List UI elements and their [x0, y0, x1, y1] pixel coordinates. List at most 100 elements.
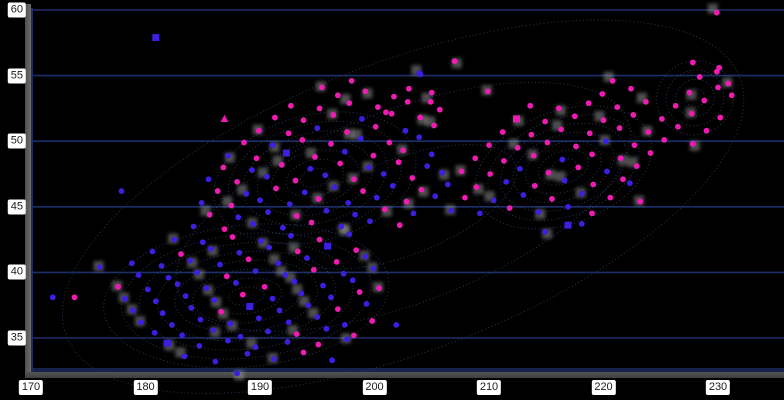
data-point-series-blue-violet — [119, 188, 125, 194]
x-tick-label: 200 — [362, 380, 386, 395]
data-point-series-blue-violet — [227, 321, 233, 327]
data-point-series-blue-violet — [249, 167, 255, 173]
data-point-series-magenta — [558, 126, 564, 132]
data-point-series-blue-violet — [257, 197, 263, 203]
data-point-series-magenta — [532, 183, 538, 189]
data-point-series-blue-violet — [364, 301, 370, 307]
data-point-series-blue-violet — [270, 142, 276, 148]
data-point-series-blue-violet — [370, 266, 376, 272]
data-point-series-magenta — [437, 107, 443, 113]
data-point-series-blue-violet — [304, 255, 310, 261]
contour-lines-layer — [15, 0, 784, 400]
data-point-series-magenta — [273, 186, 279, 192]
data-point-series-magenta — [725, 81, 731, 87]
data-point-series-magenta — [272, 115, 278, 121]
data-point-series-blue-violet — [579, 191, 585, 197]
data-point-series-magenta — [317, 106, 323, 112]
data-point-series-magenta — [716, 65, 722, 71]
data-point-series-magenta — [628, 86, 634, 92]
data-point-series-magenta — [315, 342, 321, 348]
data-point-series-magenta — [714, 10, 720, 16]
data-point-series-magenta — [572, 113, 578, 119]
y-tick-label: 60 — [8, 3, 26, 18]
data-point-series-blue-violet — [359, 116, 365, 122]
data-point-series-blue-violet — [136, 272, 142, 278]
data-point-series-blue-violet — [338, 224, 344, 230]
data-point-series-blue-violet — [291, 279, 297, 285]
data-point-series-blue-violet — [390, 183, 396, 189]
data-point-series-magenta — [221, 115, 229, 122]
data-point-series-blue-violet — [164, 340, 171, 347]
data-point-series-magenta — [485, 88, 491, 94]
data-point-series-blue-violet — [288, 233, 294, 239]
data-point-series-magenta — [353, 247, 359, 253]
data-point-series-blue-violet — [342, 322, 348, 328]
data-point-series-magenta — [575, 165, 581, 171]
data-point-series-magenta — [486, 142, 492, 148]
data-point-series-magenta — [376, 285, 382, 291]
data-point-series-blue-violet — [322, 172, 328, 178]
data-point-series-magenta — [228, 203, 234, 209]
data-point-series-blue-violet — [604, 168, 610, 174]
data-point-series-magenta — [234, 179, 240, 185]
data-point-series-magenta — [397, 222, 403, 228]
data-point-series-blue-violet — [520, 192, 526, 198]
data-point-series-blue-violet — [341, 271, 347, 277]
data-point-series-magenta — [330, 112, 336, 118]
data-point-series-blue-violet — [212, 359, 218, 365]
data-point-series-blue-violet — [439, 170, 445, 176]
data-point-series-blue-violet — [307, 166, 313, 172]
data-point-series-blue-violet — [253, 344, 259, 350]
data-point-series-blue-violet — [264, 174, 270, 180]
data-point-series-magenta — [293, 178, 299, 184]
data-point-series-blue-violet — [559, 157, 565, 163]
y-tick-label: 40 — [8, 265, 26, 280]
data-point-series-magenta — [661, 137, 667, 143]
data-point-series-blue-violet — [280, 225, 286, 231]
data-point-series-blue-violet — [203, 285, 209, 291]
data-point-series-magenta — [614, 104, 620, 110]
data-point-series-magenta — [643, 99, 649, 105]
data-point-series-blue-violet — [429, 151, 435, 157]
data-point-series-magenta — [429, 90, 435, 96]
data-point-series-magenta — [178, 251, 184, 257]
data-point-series-blue-violet — [285, 339, 291, 345]
data-point-series-blue-violet — [225, 153, 231, 159]
data-point-series-blue-violet — [199, 200, 205, 206]
x-tick-label: 170 — [19, 380, 43, 395]
data-point-series-magenta — [301, 350, 307, 356]
data-point-series-blue-violet — [253, 268, 259, 274]
data-point-series-magenta — [632, 142, 638, 148]
data-point-series-magenta — [601, 117, 607, 123]
data-point-series-blue-violet — [171, 237, 177, 243]
data-point-series-blue-violet — [183, 293, 189, 299]
data-point-series-magenta — [515, 145, 521, 151]
data-point-series-magenta — [72, 294, 78, 300]
data-point-series-magenta — [462, 195, 468, 201]
data-point-series-magenta — [246, 256, 252, 262]
data-point-series-magenta — [419, 187, 425, 193]
data-point-series-blue-violet — [270, 296, 276, 302]
data-point-series-blue-violet — [50, 294, 56, 300]
data-point-series-magenta — [474, 184, 480, 190]
data-point-series-blue-violet — [445, 182, 451, 188]
data-point-series-blue-violet — [188, 305, 194, 311]
data-point-series-magenta — [620, 176, 626, 182]
data-point-series-blue-violet — [122, 296, 128, 302]
data-point-series-magenta — [589, 210, 595, 216]
data-point-series-magenta — [222, 226, 228, 232]
data-point-series-blue-violet — [175, 281, 181, 287]
data-point-series-magenta — [299, 137, 305, 143]
data-point-series-blue-violet — [403, 128, 409, 134]
data-point-series-magenta — [207, 212, 213, 218]
data-point-series-magenta — [337, 161, 343, 167]
data-point-series-blue-violet — [350, 277, 356, 283]
data-point-series-blue-violet — [169, 322, 175, 328]
data-point-series-blue-violet — [246, 303, 253, 310]
data-point-series-magenta — [286, 130, 292, 136]
data-point-series-blue-violet — [346, 231, 352, 237]
data-point-series-blue-violet — [503, 179, 509, 185]
data-point-series-blue-violet — [424, 163, 430, 169]
data-point-series-magenta — [610, 78, 616, 84]
data-point-series-magenta — [351, 332, 357, 338]
